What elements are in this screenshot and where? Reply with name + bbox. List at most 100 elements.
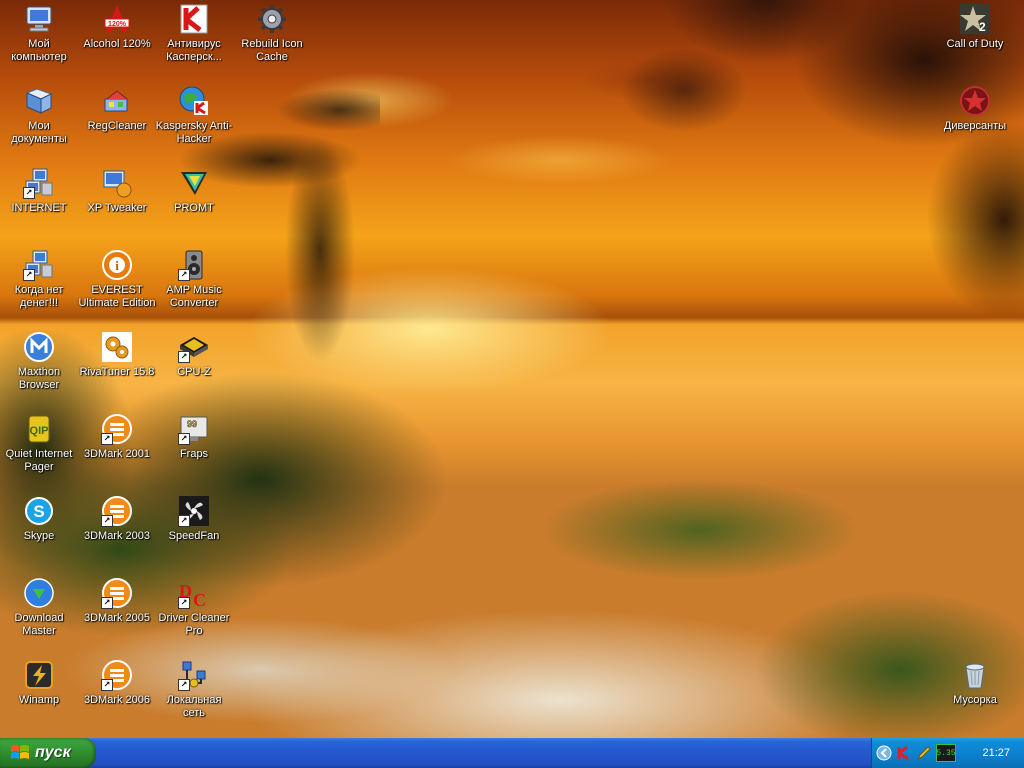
desktop-icon-label: AMP Music Converter: [166, 284, 222, 309]
battery-monitor-text: 5.35: [936, 748, 956, 758]
desktop-icon-download-master[interactable]: Download Master: [0, 577, 78, 638]
desktop-icon-internet[interactable]: ↗ INTERNET: [0, 167, 78, 215]
desktop-icon-label: Alcohol 120%: [83, 38, 151, 50]
3dmark-icon: ↗: [101, 413, 133, 445]
chevron-left-icon[interactable]: [876, 745, 892, 761]
desktop-icon-everest[interactable]: i EVEREST Ultimate Edition: [78, 249, 156, 310]
desktop-icon-my-documents[interactable]: Мои документы: [0, 85, 78, 146]
desktop-icon-kaspersky-av[interactable]: Антивирус Касперск...: [155, 3, 233, 64]
kaspersky-icon: [178, 3, 210, 35]
desktop-icon-kogda-net-deneg[interactable]: ↗ Когда нет денег!!!: [0, 249, 78, 310]
desktop-icon-label: 3DMark 2001: [83, 448, 151, 460]
3dmark-icon: ↗: [101, 577, 133, 609]
desktop-icon-label: 3DMark 2005: [83, 612, 151, 624]
shortcut-arrow-icon: ↗: [101, 433, 113, 445]
network-icon: ↗: [178, 659, 210, 691]
gear-icon: [256, 3, 288, 35]
shortcut-arrow-icon: ↗: [101, 679, 113, 691]
desktop-icon-label: Мои документы: [11, 120, 67, 145]
desktop-icon-quiet-internet-pager[interactable]: QIP Quiet Internet Pager: [0, 413, 78, 474]
svg-text:i: i: [115, 258, 119, 273]
pencil-tray-icon[interactable]: [916, 745, 932, 761]
svg-text:99: 99: [187, 419, 197, 429]
desktop-icon-local-network[interactable]: ↗ Локальная сеть: [155, 659, 233, 720]
kaspersky-tray-icon[interactable]: [896, 745, 912, 761]
desktop-icon-speedfan[interactable]: ↗ SpeedFan: [155, 495, 233, 543]
desktop-icon-maxthon[interactable]: Maxthon Browser: [0, 331, 78, 392]
regcleaner-icon: [101, 85, 133, 117]
shortcut-arrow-icon: ↗: [23, 187, 35, 199]
desktop-icon-promt[interactable]: PROMT: [155, 167, 233, 215]
desktop-icon-driver-cleaner-pro[interactable]: DC ↗ Driver Cleaner Pro: [155, 577, 233, 638]
documents-icon: [23, 85, 55, 117]
desktop-icon-rivatuner[interactable]: RivaTuner 15.8: [78, 331, 156, 379]
svg-text:2: 2: [979, 20, 986, 34]
desktop-icon-label: Download Master: [14, 612, 64, 637]
shortcut-arrow-icon: ↗: [23, 269, 35, 281]
shortcut-arrow-icon: ↗: [101, 515, 113, 527]
desktop-icon-3dmark-2001[interactable]: ↗ 3DMark 2001: [78, 413, 156, 461]
desktop-icon-my-computer[interactable]: Мой компьютер: [0, 3, 78, 64]
desktop-icon-label: XP Tweaker: [87, 202, 147, 214]
battery-monitor-icon[interactable]: 5.35: [936, 744, 956, 762]
windows-logo-icon: [11, 745, 29, 759]
desktop-icon-label: Kaspersky Anti-Hacker: [155, 120, 233, 145]
taskbar: пуск RU 5.35 21:27: [0, 738, 1024, 768]
clock[interactable]: 21:27: [982, 747, 1010, 759]
start-button-label: пуск: [35, 744, 71, 761]
desktop-icon-label: SpeedFan: [168, 530, 220, 542]
speaker-icon: ↗: [178, 249, 210, 281]
desktop-icon-3dmark-2005[interactable]: ↗ 3DMark 2005: [78, 577, 156, 625]
fan-icon: ↗: [178, 495, 210, 527]
desktop-icon-label: 3DMark 2003: [83, 530, 151, 542]
desktop-icon-kaspersky-anti-hacker[interactable]: Kaspersky Anti-Hacker: [155, 85, 233, 146]
desktop-icon-winamp[interactable]: Winamp: [0, 659, 78, 707]
desktop-icon-xp-tweaker[interactable]: XP Tweaker: [78, 167, 156, 215]
desktop-icon-alcohol[interactable]: 120% Alcohol 120%: [78, 3, 156, 51]
desktop-icon-call-of-duty[interactable]: 2 Call of Duty: [936, 3, 1014, 51]
desktop-icon-label: Winamp: [18, 694, 60, 706]
desktop-icon-3dmark-2003[interactable]: ↗ 3DMark 2003: [78, 495, 156, 543]
recycle-bin-icon: [959, 659, 991, 691]
chip-icon: ↗: [178, 331, 210, 363]
shortcut-arrow-icon: ↗: [178, 269, 190, 281]
cod-icon: 2: [959, 3, 991, 35]
tweaker-icon: [101, 167, 133, 199]
desktop-icon-3dmark-2006[interactable]: ↗ 3DMark 2006: [78, 659, 156, 707]
desktop-icon-rebuild-icon-cache[interactable]: Rebuild Icon Cache: [233, 3, 311, 64]
desktop-icon-label: Driver Cleaner Pro: [158, 612, 230, 637]
desktop-icon-label: Локальная сеть: [166, 694, 222, 719]
shortcut-arrow-icon: ↗: [101, 597, 113, 609]
shortcut-arrow-icon: ↗: [178, 433, 190, 445]
promt-icon: [178, 167, 210, 199]
desktop-icon-fraps[interactable]: 99 ↗ Fraps: [155, 413, 233, 461]
desktop-icon-label: RegCleaner: [87, 120, 147, 132]
skype-icon: S: [23, 495, 55, 527]
fraps-icon: 99 ↗: [178, 413, 210, 445]
system-tray: 5.35 21:27: [871, 738, 1024, 768]
desktop-icon-label: Fraps: [179, 448, 209, 460]
desktop-icon-label: Антивирус Касперск...: [166, 38, 222, 63]
network-computer-icon: ↗: [23, 167, 55, 199]
shortcut-arrow-icon: ↗: [178, 597, 190, 609]
desktop-icon-cpu-z[interactable]: ↗ CPU-Z: [155, 331, 233, 379]
desktop-icon-label: Мой компьютер: [11, 38, 67, 63]
desktop-icon-label: Quiet Internet Pager: [5, 448, 73, 473]
desktop-icon-recycle-bin[interactable]: Мусорка: [936, 659, 1014, 707]
start-button[interactable]: пуск: [0, 738, 96, 768]
desktop-icon-amp-music-converter[interactable]: ↗ AMP Music Converter: [155, 249, 233, 310]
desktop-icon-label: 3DMark 2006: [83, 694, 151, 706]
desktop-icon-skype[interactable]: S Skype: [0, 495, 78, 543]
desktop-icon-diversanty[interactable]: Диверсанты: [936, 85, 1014, 133]
desktop-icon-label: Rebuild Icon Cache: [241, 38, 303, 63]
network-computer-icon: ↗: [23, 249, 55, 281]
qip-icon: QIP: [23, 413, 55, 445]
svg-text:120%: 120%: [108, 21, 127, 28]
rivatuner-icon: [101, 331, 133, 363]
desktop-icon-regcleaner[interactable]: RegCleaner: [78, 85, 156, 133]
desktop-icon-label: CPU-Z: [177, 366, 211, 378]
computer-icon: [23, 3, 55, 35]
svg-text:QIP: QIP: [30, 425, 49, 437]
desktop-icon-label: RivaTuner 15.8: [79, 366, 155, 378]
3dmark-icon: ↗: [101, 659, 133, 691]
